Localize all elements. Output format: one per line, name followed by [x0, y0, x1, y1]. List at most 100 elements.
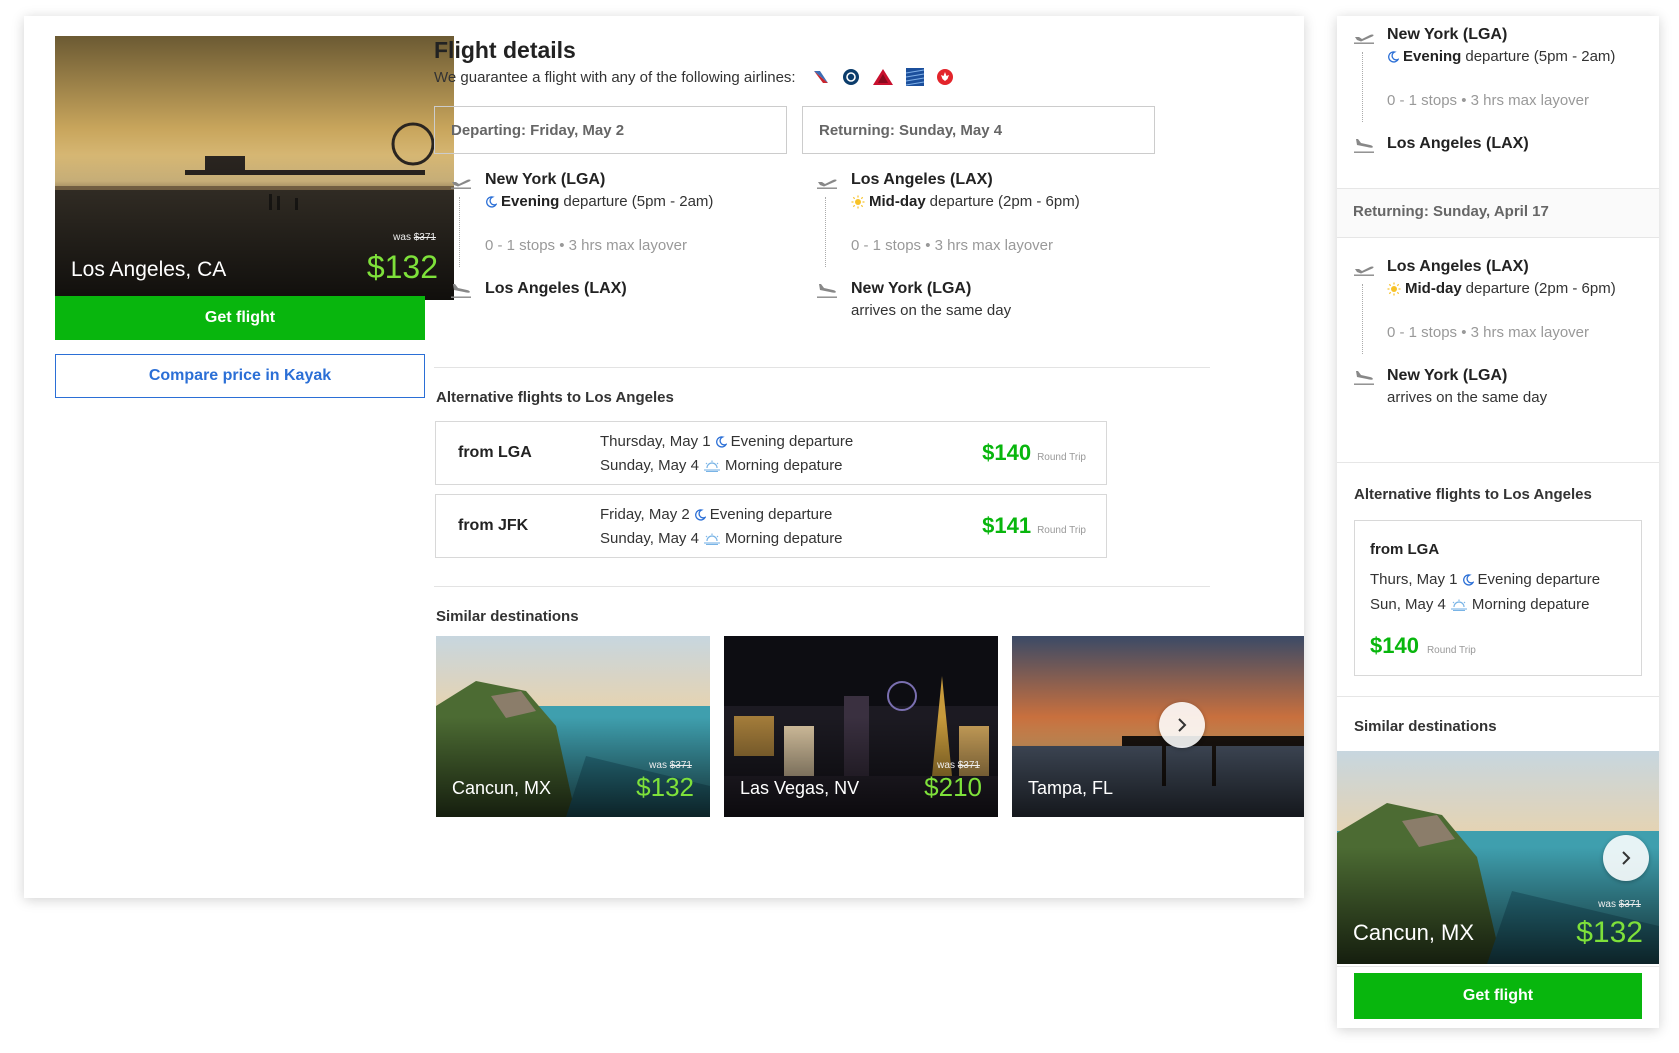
side-returning-header: Returning: Sunday, April 17 — [1337, 189, 1659, 237]
side-departing-to: Los Angeles (LAX) — [1387, 135, 1529, 152]
alt-origin: from JFK — [458, 517, 529, 534]
destination-card-las-vegas[interactable]: Las Vegas, NV was $371 $210 — [724, 636, 998, 817]
departing-date-box[interactable]: Departing: Friday, May 2 — [434, 106, 787, 154]
side-departing-stops: 0 - 1 stops • 3 hrs max layover — [1387, 92, 1589, 109]
alternative-flight-row[interactable]: from JFK Friday, May 2 Evening departure … — [435, 494, 1107, 558]
side-similar-title: Similar destinations — [1354, 718, 1497, 735]
airline-guarantee: We guarantee a flight with any of the fo… — [434, 68, 954, 86]
alt-price: $140 Round Trip — [982, 440, 1086, 465]
returning-to: New York (LGA) — [851, 280, 972, 297]
side-destination-card-cancun[interactable]: Cancun, MX was $371 $132 — [1337, 751, 1659, 964]
side-departing-from: New York (LGA) — [1387, 26, 1508, 43]
page-title: Flight details — [434, 37, 576, 63]
sunrise-icon — [703, 533, 721, 545]
american-airlines-icon — [813, 71, 828, 83]
route-dotted-line — [1362, 52, 1363, 122]
alt-origin: from LGA — [458, 444, 532, 461]
side-divider — [1337, 696, 1659, 697]
delta-icon — [872, 69, 893, 85]
returning-arrives-note: arrives on the same day — [851, 302, 1012, 319]
takeoff-icon — [1353, 28, 1375, 44]
get-flight-button[interactable]: Get flight — [55, 296, 425, 340]
returning-from: Los Angeles (LAX) — [851, 171, 993, 188]
side-departing-time: Evening departure (5pm - 2am) — [1387, 48, 1615, 65]
carousel-next-button[interactable] — [1159, 702, 1205, 748]
destination-city: Cancun, MX — [452, 778, 552, 798]
departing-from: New York (LGA) — [485, 171, 606, 188]
side-returning-arrives: arrives on the same day — [1387, 389, 1548, 406]
alternative-flight-row[interactable]: from LGA Thursday, May 1 Evening departur… — [435, 421, 1107, 485]
takeoff-icon — [1353, 260, 1375, 276]
side-returning-leg: Los Angeles (LAX) Mid-day departure (2pm … — [1353, 258, 1659, 418]
flight-details-card: Los Angeles, CA was $371 $132 Get flight… — [24, 16, 1304, 898]
destination-city: Cancun, MX — [1353, 920, 1475, 945]
side-alt-line1: Thurs, May 1 Evening departure — [1370, 571, 1601, 588]
sunrise-icon — [1450, 599, 1468, 611]
returning-time: Mid-day departure (2pm - 6pm) — [851, 193, 1080, 210]
moon-icon — [485, 196, 497, 208]
side-alt-origin: from LGA — [1370, 541, 1440, 558]
side-returning-label: Returning: Sunday, April 17 — [1353, 203, 1549, 220]
mobile-flight-card: New York (LGA) Evening departure (5pm - 2… — [1337, 16, 1659, 1028]
returning-date-box[interactable]: Returning: Sunday, May 4 — [802, 106, 1155, 154]
route-dotted-line — [459, 197, 460, 267]
alt-schedule: Friday, May 2 Evening departure Sunday, M… — [600, 506, 843, 547]
airline-logos — [812, 68, 954, 86]
side-alt-line2: Sun, May 4 Morning depature — [1370, 596, 1590, 613]
returning-leg: Los Angeles (LAX) Mid-day departure (2pm … — [816, 171, 1156, 341]
landing-icon — [1353, 369, 1375, 385]
departing-stops: 0 - 1 stops • 3 hrs max layover — [485, 237, 687, 254]
side-departing-leg: New York (LGA) Evening departure (5pm - 2… — [1353, 26, 1653, 176]
section-divider — [434, 367, 1210, 368]
hero-destination-photo: Los Angeles, CA was $371 $132 — [55, 36, 454, 300]
destination-card-tampa[interactable]: Tampa, FL — [1012, 636, 1304, 817]
side-get-flight-button[interactable]: Get flight — [1354, 973, 1642, 1019]
moon-icon — [1387, 51, 1399, 63]
route-dotted-line — [825, 197, 826, 267]
sunrise-icon — [703, 460, 721, 472]
side-alt-price: $140 Round Trip — [1370, 633, 1476, 658]
hero-price: $132 — [366, 249, 438, 285]
landing-icon — [816, 282, 838, 298]
carousel-next-button[interactable] — [1603, 835, 1649, 881]
destination-city: Las Vegas, NV — [740, 778, 860, 798]
side-returning-from: Los Angeles (LAX) — [1387, 258, 1529, 275]
destination-was-price: was $371 — [937, 760, 980, 771]
destination-card-cancun[interactable]: Cancun, MX was $371 $132 — [436, 636, 710, 817]
side-alternative-flight[interactable]: from LGA Thurs, May 1 Evening departure S… — [1354, 520, 1642, 676]
alternatives-title: Alternative flights to Los Angeles — [436, 389, 674, 406]
moon-icon — [715, 436, 727, 448]
route-dotted-line — [1362, 284, 1363, 354]
alaska-airlines-icon — [842, 69, 859, 85]
chevron-right-icon — [1622, 851, 1631, 865]
departing-time: Evening departure (5pm - 2am) — [485, 193, 713, 210]
air-canada-icon — [936, 69, 953, 85]
side-divider — [1337, 237, 1659, 238]
destination-city: Tampa, FL — [1028, 778, 1114, 798]
landing-icon — [450, 282, 472, 298]
photo-gradient-overlay — [1012, 717, 1304, 817]
takeoff-icon — [450, 173, 472, 189]
destination-was-price: was $371 — [649, 760, 692, 771]
returning-stops: 0 - 1 stops • 3 hrs max layover — [851, 237, 1053, 254]
alt-price: $141 Round Trip — [982, 513, 1086, 538]
side-returning-time: Mid-day departure (2pm - 6pm) — [1387, 280, 1616, 297]
sun-icon — [1387, 282, 1401, 296]
hero-was-price: was $371 — [393, 232, 436, 243]
united-icon — [905, 68, 924, 86]
moon-icon — [1462, 574, 1474, 586]
sun-icon — [851, 195, 865, 209]
similar-title: Similar destinations — [436, 608, 579, 625]
destination-price: $132 — [1576, 916, 1643, 949]
destination-price: $210 — [924, 772, 982, 802]
departing-leg: New York (LGA) Evening departure (5pm - 2… — [450, 171, 790, 321]
hero-city-name: Los Angeles, CA — [71, 258, 227, 281]
compare-kayak-button[interactable]: Compare price in Kayak — [55, 354, 425, 398]
moon-icon — [694, 509, 706, 521]
side-returning-stops: 0 - 1 stops • 3 hrs max layover — [1387, 324, 1589, 341]
alt-schedule: Thursday, May 1 Evening departure Sunday,… — [600, 433, 854, 474]
side-divider — [1337, 966, 1659, 967]
destination-was-price: was $371 — [1598, 899, 1641, 910]
side-divider — [1337, 462, 1659, 463]
side-returning-to: New York (LGA) — [1387, 367, 1508, 384]
